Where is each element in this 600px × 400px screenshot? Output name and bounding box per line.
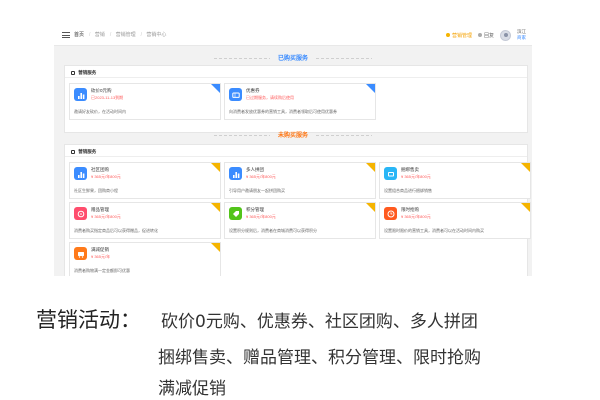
service-card[interactable]: 捆绑售卖 ¥ 365元/年800元设置组合商品进行捆绑销售 <box>379 162 531 199</box>
service-card[interactable]: 砍价0元购已2023-11-13到期邀请好友砍价，在活动时间内 <box>69 83 221 120</box>
bundle-icon <box>384 167 397 180</box>
chart-icon <box>229 167 242 180</box>
service-description: 社区生鲜果，团购商小程 <box>74 188 118 193</box>
service-card[interactable]: 限时抢购 ¥ 365元/年800元设置限时限价的营销工具，消费者可以在活动时间内购… <box>379 202 531 239</box>
grid-icon <box>71 150 75 154</box>
breadcrumb-item: 营销中心 <box>146 32 167 38</box>
service-description: 引导用户邀请朋友一起拼团购买 <box>229 188 285 193</box>
user-info[interactable]: 滨江 商家 <box>517 29 526 41</box>
notbought-services-panel: 营销服务 社区团购 ¥ 365元/年800元 社区生鲜果，团购商小程 多人拼团 ¥ 36… <box>64 144 531 276</box>
service-description: 邀请好友砍价，在活动时间内 <box>74 109 126 114</box>
corner-badge <box>211 203 220 212</box>
service-card[interactable]: 优惠券已过期服务，请续购后使用向消费者发放优惠券的营销工具，消费者领取后可使用优… <box>224 83 376 120</box>
caption-line: 满减促销 <box>158 379 226 399</box>
breadcrumb-item[interactable]: 营销管理 <box>116 32 136 38</box>
top-link-reply[interactable]: 回复 <box>477 32 494 39</box>
service-description: 消费者购买指定商品后可以获得赠品，促进转化 <box>74 228 158 233</box>
service-status: ¥ 365元/年800元 <box>91 174 121 179</box>
service-status: ¥ 365元/年800元 <box>246 214 276 219</box>
caption-line: 捆绑售卖、赠品管理、积分管理、限时抢购 <box>158 348 481 368</box>
menu-icon[interactable] <box>62 32 70 38</box>
caption-line: 砍价0元购、优惠券、社区团购、多人拼团 <box>161 312 478 332</box>
service-description: 设置组合商品进行捆绑销售 <box>384 188 432 193</box>
screenshot-frame: 首页 / 营销 / 营销管理 / 营销中心 营销管理 回复 滨江 商家 已购买服务 <box>54 24 532 276</box>
star-icon <box>445 33 450 37</box>
breadcrumb-item[interactable]: 营销 <box>95 32 105 38</box>
corner-badge <box>211 84 220 93</box>
corner-badge <box>211 243 220 252</box>
service-name: 限时抢购 <box>401 207 419 212</box>
service-name: 砍价0元购 <box>91 88 112 93</box>
panel-label: 营销服务 <box>78 149 97 154</box>
service-status: ¥ 365元/年800元 <box>401 174 431 179</box>
service-status: ¥ 365元/年800元 <box>401 214 431 219</box>
coupon-icon <box>229 88 242 101</box>
panel-label: 营销服务 <box>78 70 97 75</box>
service-card[interactable]: 赠品管理 ¥ 365元/年800元消费者购买指定商品后可以获得赠品，促进转化 <box>69 202 221 239</box>
service-name: 满减促销 <box>91 247 109 252</box>
service-description: 消费者购物满一定金额即可优惠 <box>74 268 130 273</box>
top-right-actions: 营销管理 回复 滨江 商家 <box>445 29 526 41</box>
service-status: ¥ 365元/年800元 <box>246 174 276 179</box>
top-link-marketing[interactable]: 营销管理 <box>445 32 472 39</box>
top-bar: 首页 / 营销 / 营销管理 / 营销中心 营销管理 回复 滨江 商家 <box>54 24 532 46</box>
service-status: ¥ 365元/年 <box>91 254 111 259</box>
corner-badge <box>521 163 530 172</box>
service-description: 设置积分规则后，消费者在商城消费可以获得积分 <box>229 228 317 233</box>
user-role: 商家 <box>517 35 526 40</box>
service-name: 多人拼团 <box>246 167 264 172</box>
service-status: ¥ 365元/年800元 <box>91 214 121 219</box>
grid-icon <box>71 71 75 75</box>
service-name: 社区团购 <box>91 167 109 172</box>
service-description: 向消费者发放优惠券的营销工具，消费者领取后可使用优惠券 <box>229 109 337 114</box>
service-card[interactable]: 社区团购 ¥ 365元/年800元社区生鲜果，团购商小程 <box>69 162 221 199</box>
breadcrumb-home[interactable]: 首页 <box>74 32 84 38</box>
service-card[interactable]: 满减促销 ¥ 365元/年消费者购物满一定金额即可优惠 <box>69 242 221 276</box>
corner-badge <box>211 163 220 172</box>
chart-icon <box>74 167 87 180</box>
breadcrumb: 首页 / 营销 / 营销管理 / 营销中心 <box>74 32 167 38</box>
panel-header: 营销服务 <box>65 145 527 157</box>
service-name: 捆绑售卖 <box>401 167 419 172</box>
corner-badge <box>366 163 375 172</box>
service-status: 已过期服务，请续购后使用 <box>246 95 294 100</box>
message-icon <box>477 33 482 37</box>
corner-badge <box>366 84 375 93</box>
corner-badge <box>366 203 375 212</box>
bought-services-panel: 营销服务 砍价0元购 已2023-11-13到期 邀请好友砍价，在活动时间内 优惠券已… <box>64 65 528 133</box>
panel-header: 营销服务 <box>65 66 527 78</box>
section-title-notbought: 未购买服务 <box>54 130 532 139</box>
service-status: 已2023-11-13到期 <box>91 95 124 100</box>
service-name: 赠品管理 <box>91 207 109 212</box>
top-link-label: 营销管理 <box>451 32 472 39</box>
gift-icon <box>74 207 87 220</box>
clock-icon <box>384 207 397 220</box>
service-description: 设置限时限价的营销工具，消费者可以在活动时间内购买 <box>384 228 484 233</box>
cart-icon <box>74 247 87 260</box>
service-name: 优惠券 <box>246 88 260 93</box>
points-icon <box>229 207 242 220</box>
corner-badge <box>521 203 530 212</box>
service-card[interactable]: 积分管理 ¥ 365元/年800元设置积分规则后，消费者在商城消费可以获得积分 <box>224 202 376 239</box>
section-title-bought: 已购买服务 <box>54 53 532 62</box>
caption-label: 营销活动： <box>36 308 141 332</box>
top-link-label: 回复 <box>483 32 494 39</box>
avatar[interactable] <box>500 29 511 41</box>
service-card[interactable]: 多人拼团 ¥ 365元/年800元引导用户邀请朋友一起拼团购买 <box>224 162 376 199</box>
service-name: 积分管理 <box>246 207 264 212</box>
chart-icon <box>74 88 87 101</box>
